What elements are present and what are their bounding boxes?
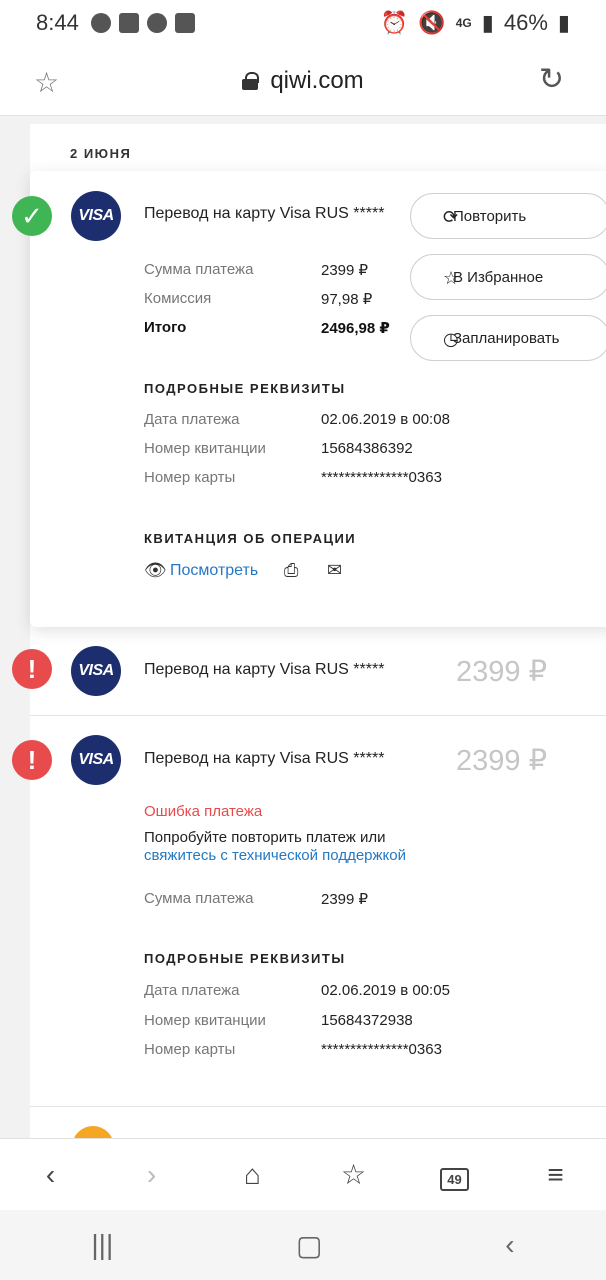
signal-icon: ▮ (481, 10, 494, 35)
status-right: ⏰ 🔇 4G ▮ 46% ▮ (381, 10, 570, 36)
status-time: 8:44 (36, 10, 79, 35)
transaction-title: Перевод на карту Visa RUS ***** (144, 205, 414, 223)
tabs-button[interactable]: 49 (425, 1159, 485, 1191)
tabs-count: 49 (440, 1167, 469, 1191)
transaction-title[interactable]: Перевод на карту Visa RUS ***** (144, 661, 430, 679)
app-notification-icon (174, 13, 195, 33)
system-nav-bar: ||| ▢ ‹ (0, 1210, 606, 1280)
network-type: 4G (455, 16, 472, 30)
card-number-value: ***************0363 (321, 1041, 442, 1058)
back-nav-icon[interactable]: ‹ (505, 1229, 514, 1261)
payment-sum-label: Сумма платежа (144, 890, 254, 907)
eye-icon: 👁 (144, 560, 167, 580)
visa-logo: VISA (71, 735, 121, 785)
bookmark-star-icon[interactable]: ☆ (34, 66, 59, 99)
visa-logo: VISA (71, 191, 121, 241)
reload-icon[interactable]: ↻ (539, 62, 564, 97)
list-divider (30, 1106, 606, 1107)
payment-error-title: Ошибка платежа (144, 803, 263, 820)
url-text: qiwi.com (270, 66, 364, 94)
mute-icon: 🔇 (418, 10, 446, 35)
clock-icon: ◷ (443, 329, 459, 349)
battery-level: 46% (503, 10, 548, 35)
url-field[interactable]: qiwi.com (242, 66, 364, 95)
back-chevron-icon[interactable]: ‹ (21, 1159, 81, 1191)
total-label: Итого (144, 319, 187, 336)
menu-icon[interactable]: ≡ (526, 1159, 586, 1191)
message-icon (118, 13, 139, 33)
receipt-number-value: 15684386392 (321, 440, 413, 457)
notification-icons (90, 13, 195, 33)
alarm-icon: ⏰ (380, 10, 409, 35)
support-link[interactable]: свяжитесь с технической поддержкой (144, 847, 406, 864)
card-number-label: Номер карты (144, 1041, 236, 1058)
payment-sum-value: 2399 ₽ (321, 262, 369, 279)
receipt-section-title: КВИТАНЦИЯ ОБ ОПЕРАЦИИ (144, 531, 357, 546)
battery-icon: ▮ (557, 10, 570, 35)
repeat-button[interactable]: ⟳ Повторить (410, 193, 606, 239)
receipt-number-value: 15684372938 (321, 1012, 413, 1029)
card-number-value: ***************0363 (321, 469, 442, 486)
receipt-number-label: Номер квитанции (144, 1012, 266, 1029)
recent-apps-icon[interactable]: ||| (91, 1229, 113, 1261)
home-nav-icon[interactable]: ▢ (296, 1229, 322, 1262)
favorite-label: В Избранное (453, 268, 544, 286)
list-divider (30, 715, 606, 716)
forward-chevron-icon[interactable]: › (122, 1159, 182, 1191)
browser-address-bar: ☆ qiwi.com ↻ (0, 46, 606, 116)
total-value: 2496,98 ₽ (321, 320, 390, 337)
favorite-button[interactable]: ☆ В Избранное (410, 254, 606, 300)
browser-bottom-toolbar: ‹ › ⌂ ☆ 49 ≡ (0, 1138, 606, 1210)
receipt-number-label: Номер квитанции (144, 440, 266, 457)
payment-date-value: 02.06.2019 в 00:05 (321, 982, 450, 999)
transaction-title[interactable]: Перевод на карту Visa RUS ***** (144, 750, 430, 768)
error-exclamation-icon: ! (12, 740, 52, 780)
payment-date-value: 02.06.2019 в 00:08 (321, 411, 450, 428)
telegram-icon (146, 13, 167, 33)
payment-date-label: Дата платежа (144, 982, 240, 999)
schedule-button[interactable]: ◷ Запланировать (410, 315, 606, 361)
bookmarks-icon[interactable]: ☆ (324, 1158, 384, 1191)
page-content: 2 ИЮНЯ ✓ VISA Перевод на карту Visa RUS … (0, 116, 606, 1138)
home-icon[interactable]: ⌂ (223, 1159, 283, 1191)
transaction-card-expanded[interactable] (30, 171, 606, 627)
details-title: ПОДРОБНЫЕ РЕКВИЗИТЫ (144, 381, 346, 396)
payment-date-label: Дата платежа (144, 411, 240, 428)
visa-logo: VISA (71, 646, 121, 696)
payment-sum-label: Сумма платежа (144, 261, 254, 278)
transaction-amount: 2399 ₽ (456, 745, 548, 777)
status-bar: 8:44 ⏰ 🔇 4G ▮ 46% ▮ (0, 0, 606, 46)
card-number-label: Номер карты (144, 469, 236, 486)
star-icon: ☆ (443, 268, 460, 288)
success-check-icon: ✓ (12, 196, 52, 236)
view-receipt-link[interactable]: Посмотреть (170, 562, 258, 580)
details-title: ПОДРОБНЫЕ РЕКВИЗИТЫ (144, 951, 346, 966)
lock-icon (242, 71, 260, 90)
telegram-icon (90, 13, 111, 33)
transaction-amount: 2399 ₽ (456, 656, 548, 688)
payment-sum-value: 2399 ₽ (321, 891, 369, 908)
repeat-label: Повторить (453, 207, 527, 225)
repeat-icon: ⟳ (443, 207, 459, 227)
schedule-label: Запланировать (453, 329, 560, 347)
email-icon[interactable]: ✉ (327, 560, 342, 581)
commission-value: 97,98 ₽ (321, 291, 373, 308)
commission-label: Комиссия (144, 290, 212, 307)
error-exclamation-icon: ! (12, 649, 52, 689)
payment-error-text: Попробуйте повторить платеж или (144, 829, 386, 846)
date-header: 2 ИЮНЯ (70, 146, 132, 161)
printer-icon[interactable]: ⎙ (284, 560, 298, 581)
